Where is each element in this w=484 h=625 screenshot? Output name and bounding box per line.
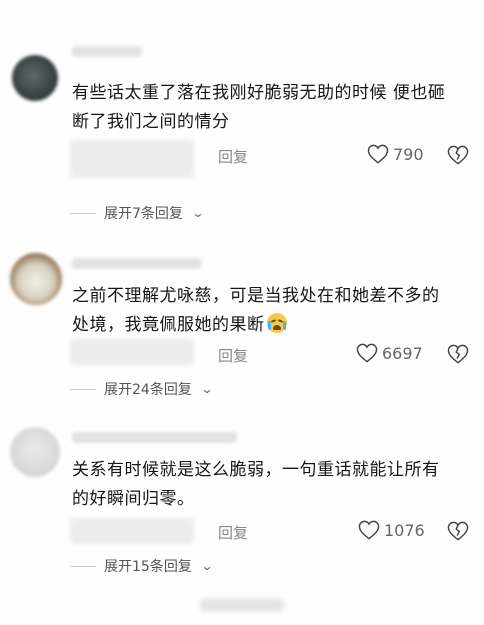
timestamp-location-blurred	[70, 339, 194, 365]
broken-heart-icon	[447, 521, 469, 541]
username-blurred[interactable]	[72, 258, 202, 269]
avatar[interactable]	[10, 253, 62, 305]
expand-replies-button[interactable]: 展开24条回复 ⌄	[70, 379, 214, 399]
comment-text-line: 有些话太重了落在我刚好脆弱无助的时候 便也砸	[72, 83, 446, 103]
divider-line	[70, 565, 96, 567]
comment-item: 关系有时候就是这么脆弱，一句重话就能让所有 的好瞬间归零。 回复 1076 展开…	[0, 420, 484, 625]
comment-item: 有些话太重了落在我刚好脆弱无助的时候 便也砸 断了我们之间的情分 回复 790 …	[0, 38, 484, 243]
reply-button[interactable]: 回复	[218, 345, 248, 366]
timestamp-location-blurred	[70, 518, 194, 544]
chevron-down-icon: ⌄	[200, 382, 214, 396]
comment-text-line: 之前不理解尤咏慈，可是当我处在和她差不多的	[72, 286, 440, 306]
dislike-button[interactable]	[447, 344, 469, 364]
comment-text-line: 断了我们之间的情分	[72, 112, 230, 132]
timestamp-location-blurred	[70, 140, 194, 178]
comment-text-line: 关系有时候就是这么脆弱，一句重话就能让所有	[72, 460, 440, 480]
expand-replies-label: 展开7条回复	[104, 206, 183, 222]
dislike-button[interactable]	[447, 145, 469, 165]
broken-heart-icon	[447, 145, 469, 165]
comment-text: 之前不理解尤咏慈，可是当我处在和她差不多的 处境，我竟佩服她的果断	[72, 282, 472, 340]
crying-face-emoji	[266, 313, 287, 333]
avatar[interactable]	[10, 427, 60, 477]
avatar[interactable]	[12, 55, 58, 101]
reply-button[interactable]: 回复	[218, 146, 248, 167]
dislike-button[interactable]	[447, 521, 469, 541]
expand-replies-label: 展开24条回复	[104, 382, 192, 398]
comment-text-line: 处境，我竟佩服她的果断	[72, 311, 472, 340]
heart-outline-icon	[356, 343, 378, 363]
comment-text-fragment: 处境，我竟佩服她的果断	[72, 315, 265, 335]
like-count: 790	[393, 144, 424, 164]
comment-text: 关系有时候就是这么脆弱，一句重话就能让所有 的好瞬间归零。	[72, 456, 472, 514]
like-button[interactable]: 1076	[358, 520, 425, 540]
username-blurred[interactable]	[72, 432, 237, 443]
like-button[interactable]: 6697	[356, 343, 423, 363]
like-count: 6697	[382, 343, 423, 363]
like-button[interactable]: 790	[367, 144, 424, 164]
comment-text: 有些话太重了落在我刚好脆弱无助的时候 便也砸 断了我们之间的情分	[72, 79, 472, 137]
heart-outline-icon	[358, 520, 380, 540]
expand-replies-button[interactable]: 展开15条回复 ⌄	[70, 556, 214, 576]
watermark-blurred	[200, 598, 284, 612]
broken-heart-icon	[447, 344, 469, 364]
expand-replies-button[interactable]: 展开7条回复 ⌄	[70, 203, 205, 223]
chevron-down-icon: ⌄	[191, 206, 205, 220]
chevron-down-icon: ⌄	[200, 559, 214, 573]
username-blurred[interactable]	[72, 46, 142, 57]
divider-line	[70, 212, 96, 214]
like-count: 1076	[384, 520, 425, 540]
expand-replies-label: 展开15条回复	[104, 559, 192, 575]
divider-line	[70, 388, 96, 390]
heart-outline-icon	[367, 144, 389, 164]
comment-text-line: 的好瞬间归零。	[72, 489, 195, 509]
reply-button[interactable]: 回复	[218, 522, 248, 543]
